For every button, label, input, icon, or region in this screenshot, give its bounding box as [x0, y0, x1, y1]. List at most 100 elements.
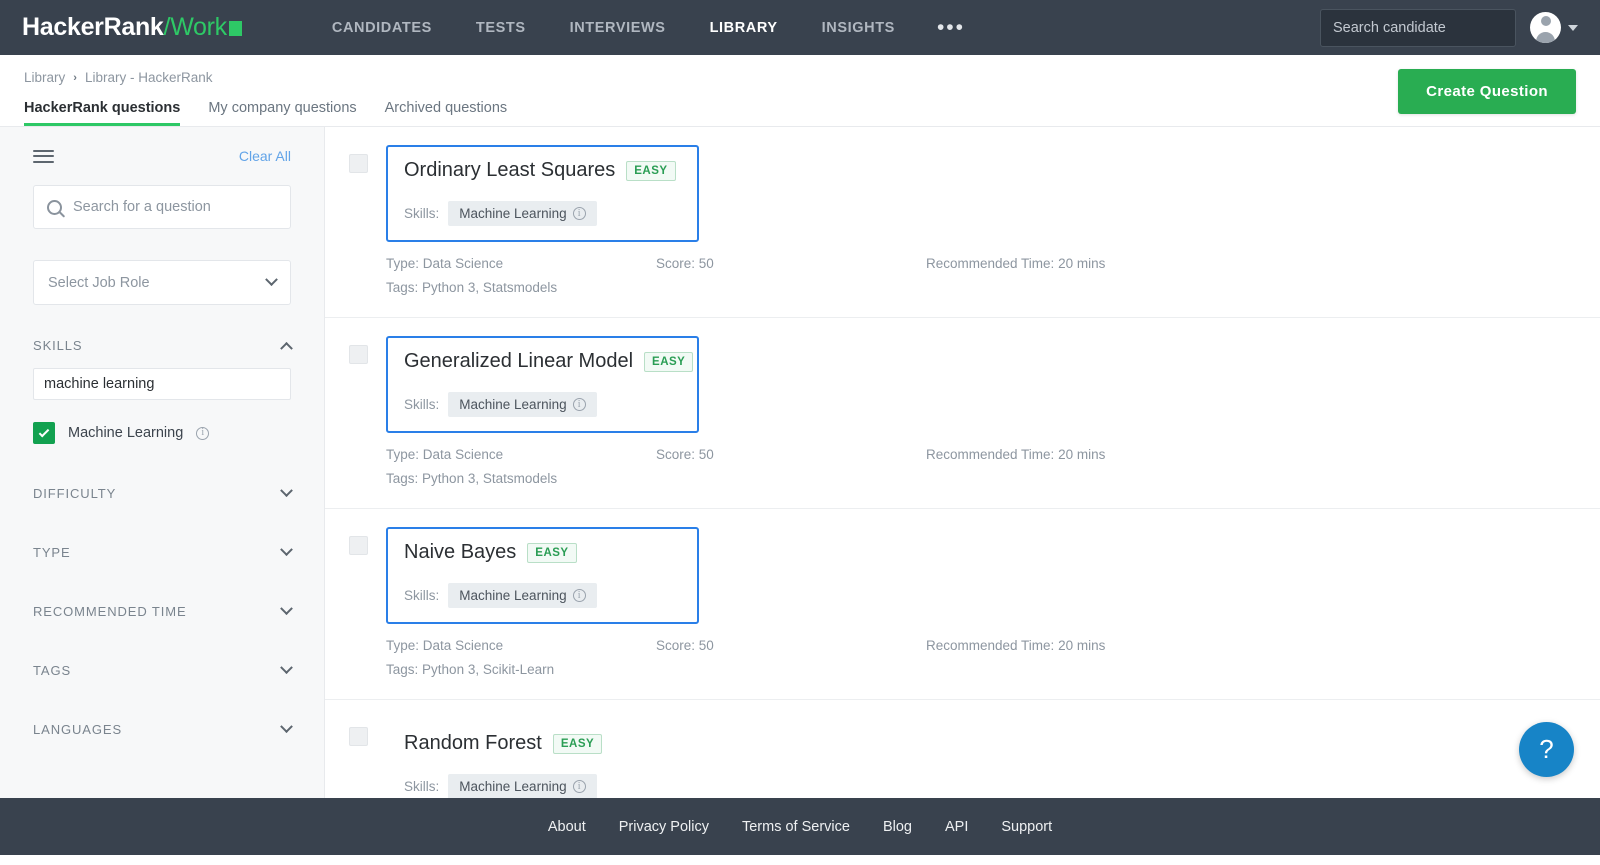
skill-tag[interactable]: Machine Learning i [448, 583, 597, 608]
page-footer: About Privacy Policy Terms of Service Bl… [0, 798, 1600, 855]
nav-item-candidates[interactable]: CANDIDATES [310, 0, 454, 55]
breadcrumb-item-library-hackerrank[interactable]: Library - HackerRank [85, 70, 213, 85]
question-select-checkbox[interactable] [349, 727, 368, 746]
filter-section-tags-header[interactable]: TAGS [33, 661, 293, 680]
footer-link-api[interactable]: API [945, 819, 968, 835]
search-candidate-input[interactable] [1320, 8, 1516, 47]
tab-archived-questions[interactable]: Archived questions [385, 100, 508, 126]
recommended-time-value: 20 mins [1058, 447, 1106, 462]
recommended-time-label: Recommended Time: [926, 638, 1055, 653]
type-value: Data Science [422, 256, 504, 271]
tags-label: Tags: [386, 471, 419, 486]
type-label: Type: [386, 256, 420, 271]
question-select-checkbox[interactable] [349, 345, 368, 364]
question-meta: Type: Data Science Score: 50 Recommended… [386, 447, 1576, 462]
filter-section-languages-header[interactable]: LANGUAGES [33, 720, 293, 739]
filter-section-skills-title: SKILLS [33, 338, 83, 353]
filter-section-skills: SKILLS Machine Learning i [33, 338, 293, 444]
nav-item-insights[interactable]: INSIGHTS [800, 0, 917, 55]
filter-section-recommended-time-header[interactable]: RECOMMENDED TIME [33, 602, 293, 621]
select-job-role-dropdown[interactable]: Select Job Role [33, 260, 291, 305]
chevron-down-icon[interactable] [1568, 24, 1578, 31]
difficulty-badge: EASY [552, 733, 603, 754]
filter-section-languages: LANGUAGES [33, 720, 293, 739]
footer-link-terms-of-service[interactable]: Terms of Service [742, 819, 850, 835]
question-row: Naive Bayes EASY Skills: Machine Learnin… [325, 509, 1600, 700]
more-menu-icon[interactable]: ••• [917, 17, 985, 38]
info-icon[interactable]: i [196, 426, 210, 440]
skill-option-label: Machine Learning [68, 425, 184, 441]
recommended-time-label: Recommended Time: [926, 447, 1055, 462]
question-select-checkbox[interactable] [349, 154, 368, 173]
filter-section-difficulty: DIFFICULTY [33, 484, 293, 503]
skills-label: Skills: [404, 397, 440, 412]
score-value: 50 [698, 447, 714, 462]
footer-link-privacy-policy[interactable]: Privacy Policy [619, 819, 709, 835]
question-tags: Tags: Python 3, Scikit-Learn [386, 662, 1576, 677]
tags-value: Python 3, Scikit-Learn [422, 662, 555, 677]
filter-section-difficulty-header[interactable]: DIFFICULTY [33, 484, 293, 503]
search-question-input[interactable] [73, 199, 277, 215]
question-card[interactable]: Ordinary Least Squares EASY Skills: Mach… [386, 145, 699, 242]
filter-section-skills-header[interactable]: SKILLS [33, 338, 293, 355]
tab-hackerrank-questions[interactable]: HackerRank questions [24, 100, 181, 126]
tab-my-company-questions[interactable]: My company questions [208, 100, 356, 126]
skill-checkbox-machine-learning[interactable] [33, 422, 55, 444]
footer-link-support[interactable]: Support [1001, 819, 1052, 835]
question-search-box[interactable] [33, 185, 291, 229]
filter-menu-icon[interactable] [33, 146, 54, 166]
job-role-label: Select Job Role [48, 274, 150, 291]
filter-section-recommended-time: RECOMMENDED TIME [33, 602, 293, 621]
user-menu[interactable] [1530, 12, 1578, 43]
tags-label: Tags: [386, 662, 419, 677]
nav-item-interviews[interactable]: INTERVIEWS [548, 0, 688, 55]
question-card[interactable]: Generalized Linear Model EASY Skills: Ma… [386, 336, 699, 433]
info-icon[interactable]: i [572, 780, 586, 793]
question-title[interactable]: Generalized Linear Model [404, 350, 633, 373]
filter-section-type-title: TYPE [33, 545, 71, 560]
filter-section-difficulty-title: DIFFICULTY [33, 486, 117, 501]
question-meta: Type: Data Science Score: 50 Recommended… [386, 256, 1576, 271]
skill-tag[interactable]: Machine Learning i [448, 201, 597, 226]
create-question-button[interactable]: Create Question [1398, 69, 1576, 114]
question-card[interactable]: Naive Bayes EASY Skills: Machine Learnin… [386, 527, 699, 624]
question-type: Type: Data Science [386, 447, 656, 462]
skills-filter-input[interactable] [33, 368, 291, 400]
type-label: Type: [386, 447, 420, 462]
tags-label: Tags: [386, 280, 419, 295]
info-icon[interactable]: i [572, 589, 586, 602]
question-row: Random Forest EASY Skills: Machine Learn… [325, 700, 1600, 798]
question-select-checkbox[interactable] [349, 536, 368, 555]
question-tags: Tags: Python 3, Statsmodels [386, 280, 1576, 295]
brand-cube-icon [228, 21, 242, 36]
filter-section-type-header[interactable]: TYPE [33, 543, 293, 562]
primary-nav-links: CANDIDATES TESTS INTERVIEWS LIBRARY INSI… [310, 0, 985, 60]
chevron-down-icon [280, 661, 293, 675]
question-card[interactable]: Random Forest EASY Skills: Machine Learn… [386, 718, 699, 798]
nav-item-library[interactable]: LIBRARY [688, 0, 800, 60]
chevron-down-icon [280, 543, 293, 557]
tags-value: Python 3, Statsmodels [422, 280, 558, 295]
clear-all-button[interactable]: Clear All [239, 148, 291, 164]
brand-logo[interactable]: HackerRank/Work [22, 13, 242, 42]
chevron-up-icon [280, 341, 293, 355]
breadcrumb-item-library[interactable]: Library [24, 70, 65, 85]
skill-tag[interactable]: Machine Learning i [448, 774, 597, 798]
search-icon [47, 199, 62, 215]
filter-section-type: TYPE [33, 543, 293, 562]
skill-tag-label: Machine Learning [459, 206, 567, 221]
question-title[interactable]: Ordinary Least Squares [404, 159, 615, 182]
info-icon[interactable]: i [572, 207, 586, 220]
question-title[interactable]: Naive Bayes [404, 541, 516, 564]
avatar[interactable] [1530, 12, 1561, 43]
skill-tag[interactable]: Machine Learning i [448, 392, 597, 417]
question-title[interactable]: Random Forest [404, 732, 542, 755]
score-label: Score: [656, 256, 696, 271]
footer-link-blog[interactable]: Blog [883, 819, 912, 835]
question-tags: Tags: Python 3, Statsmodels [386, 471, 1576, 486]
footer-link-about[interactable]: About [548, 819, 586, 835]
help-button[interactable]: ? [1519, 722, 1574, 777]
skill-option-machine-learning[interactable]: Machine Learning i [33, 422, 291, 444]
info-icon[interactable]: i [572, 398, 586, 411]
nav-item-tests[interactable]: TESTS [454, 0, 548, 55]
